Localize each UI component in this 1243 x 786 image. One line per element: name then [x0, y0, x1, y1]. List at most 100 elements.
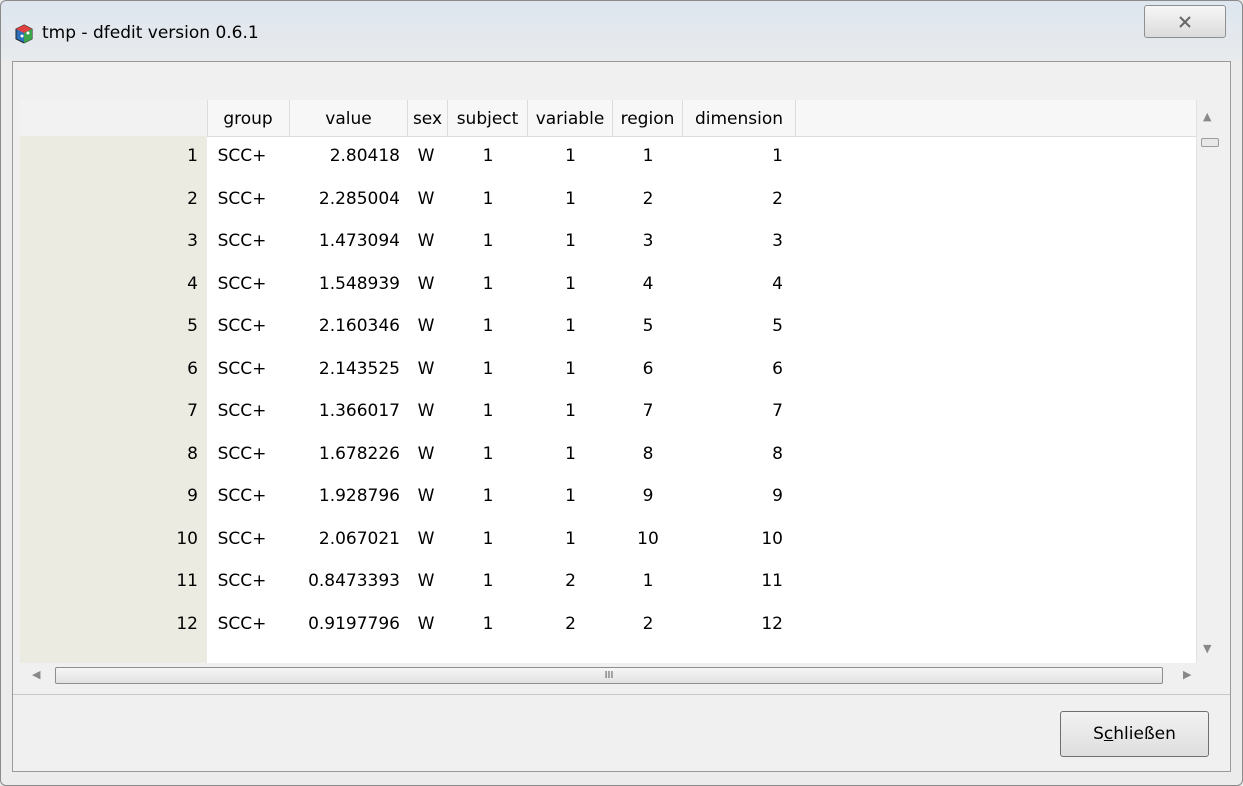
cell-group[interactable]: SCC+: [207, 316, 277, 336]
cell-value[interactable]: 2.160346: [290, 316, 400, 336]
cell-dimension[interactable]: 5: [683, 316, 783, 336]
window-close-button[interactable]: [1144, 5, 1226, 38]
cell-value[interactable]: 0.8473393: [290, 571, 400, 591]
cell-value[interactable]: 1.473094: [290, 231, 400, 251]
title-bar[interactable]: tmp - dfedit version 0.6.1: [1, 1, 1242, 61]
cell-variable[interactable]: 2: [528, 571, 613, 591]
cell-value[interactable]: 2.143525: [290, 359, 400, 379]
cell-dimension[interactable]: 4: [683, 274, 783, 294]
row-number[interactable]: 8: [20, 444, 198, 464]
column-header-sex[interactable]: sex: [408, 100, 448, 136]
cell-value[interactable]: 2.80418: [290, 146, 400, 166]
cell-sex[interactable]: W: [414, 444, 438, 464]
row-number[interactable]: 5: [20, 316, 198, 336]
scroll-right-icon[interactable]: ▶: [1183, 668, 1191, 681]
cell-value[interactable]: 2.285004: [290, 189, 400, 209]
cell-region[interactable]: 1: [613, 146, 683, 166]
cell-subject[interactable]: 1: [448, 146, 528, 166]
cell-group[interactable]: SCC+: [207, 274, 277, 294]
cell-dimension[interactable]: 2: [683, 189, 783, 209]
cell-subject[interactable]: 1: [448, 274, 528, 294]
cell-variable[interactable]: 1: [528, 274, 613, 294]
cell-sex[interactable]: W: [414, 189, 438, 209]
cell-dimension[interactable]: 12: [683, 614, 783, 634]
column-header-value[interactable]: value: [290, 100, 408, 136]
cell-group[interactable]: SCC+: [207, 146, 277, 166]
horizontal-scrollbar[interactable]: ◀ III ▶: [20, 664, 1209, 686]
cell-subject[interactable]: 1: [448, 571, 528, 591]
cell-sex[interactable]: W: [414, 571, 438, 591]
row-number[interactable]: 10: [20, 529, 198, 549]
cell-group[interactable]: SCC+: [207, 189, 277, 209]
cell-group[interactable]: SCC+: [207, 486, 277, 506]
close-dialog-button[interactable]: Schließen: [1060, 711, 1209, 757]
cell-region[interactable]: 8: [613, 444, 683, 464]
cell-sex[interactable]: W: [414, 146, 438, 166]
cell-sex[interactable]: W: [414, 614, 438, 634]
cell-sex[interactable]: W: [414, 529, 438, 549]
data-grid[interactable]: group value sex subject variable region …: [20, 100, 1220, 663]
scroll-up-icon[interactable]: ▲: [1203, 110, 1211, 123]
cell-sex[interactable]: W: [414, 274, 438, 294]
row-number[interactable]: 11: [20, 571, 198, 591]
column-header-region[interactable]: region: [613, 100, 683, 136]
cell-value[interactable]: 1.548939: [290, 274, 400, 294]
cell-group[interactable]: SCC+: [207, 359, 277, 379]
cell-subject[interactable]: 1: [448, 486, 528, 506]
row-number[interactable]: 7: [20, 401, 198, 421]
column-header-group[interactable]: group: [207, 100, 290, 136]
cell-dimension[interactable]: 10: [683, 529, 783, 549]
cell-subject[interactable]: 1: [448, 529, 528, 549]
cell-group[interactable]: SCC+: [207, 231, 277, 251]
cell-sex[interactable]: W: [414, 231, 438, 251]
cell-value[interactable]: 1.928796: [290, 486, 400, 506]
cell-variable[interactable]: 1: [528, 146, 613, 166]
cell-value[interactable]: 0.9197796: [290, 614, 400, 634]
column-header-subject[interactable]: subject: [448, 100, 528, 136]
cell-sex[interactable]: W: [414, 401, 438, 421]
cell-region[interactable]: 9: [613, 486, 683, 506]
cell-subject[interactable]: 1: [448, 189, 528, 209]
cell-variable[interactable]: 1: [528, 359, 613, 379]
cell-value[interactable]: 1.366017: [290, 401, 400, 421]
cell-dimension[interactable]: 6: [683, 359, 783, 379]
cell-subject[interactable]: 1: [448, 316, 528, 336]
cell-sex[interactable]: W: [414, 486, 438, 506]
cell-region[interactable]: 10: [613, 529, 683, 549]
row-number[interactable]: 4: [20, 274, 198, 294]
cell-dimension[interactable]: 7: [683, 401, 783, 421]
cell-region[interactable]: 5: [613, 316, 683, 336]
cell-region[interactable]: 2: [613, 614, 683, 634]
cell-subject[interactable]: 1: [448, 614, 528, 634]
cell-variable[interactable]: 1: [528, 189, 613, 209]
cell-group[interactable]: SCC+: [207, 529, 277, 549]
cell-variable[interactable]: 1: [528, 486, 613, 506]
cell-group[interactable]: SCC+: [207, 444, 277, 464]
cell-group[interactable]: SCC+: [207, 401, 277, 421]
cell-region[interactable]: 6: [613, 359, 683, 379]
row-number[interactable]: 1: [20, 146, 198, 166]
column-header-variable[interactable]: variable: [528, 100, 613, 136]
row-number[interactable]: 12: [20, 614, 198, 634]
cell-variable[interactable]: 1: [528, 231, 613, 251]
cell-dimension[interactable]: 3: [683, 231, 783, 251]
cell-dimension[interactable]: 11: [683, 571, 783, 591]
cell-dimension[interactable]: 9: [683, 486, 783, 506]
cell-variable[interactable]: 1: [528, 401, 613, 421]
vertical-scrollbar[interactable]: ▲ ▼: [1196, 100, 1220, 663]
cell-region[interactable]: 3: [613, 231, 683, 251]
cell-dimension[interactable]: 1: [683, 146, 783, 166]
cell-region[interactable]: 2: [613, 189, 683, 209]
cell-value[interactable]: 1.678226: [290, 444, 400, 464]
horizontal-scroll-thumb[interactable]: III: [55, 667, 1163, 684]
scroll-left-icon[interactable]: ◀: [32, 668, 40, 681]
row-number[interactable]: 3: [20, 231, 198, 251]
cell-variable[interactable]: 2: [528, 614, 613, 634]
cell-variable[interactable]: 1: [528, 529, 613, 549]
cell-value[interactable]: 2.067021: [290, 529, 400, 549]
cell-region[interactable]: 4: [613, 274, 683, 294]
scroll-down-icon[interactable]: ▼: [1203, 642, 1211, 655]
cell-group[interactable]: SCC+: [207, 571, 277, 591]
cell-variable[interactable]: 1: [528, 316, 613, 336]
cell-subject[interactable]: 1: [448, 444, 528, 464]
